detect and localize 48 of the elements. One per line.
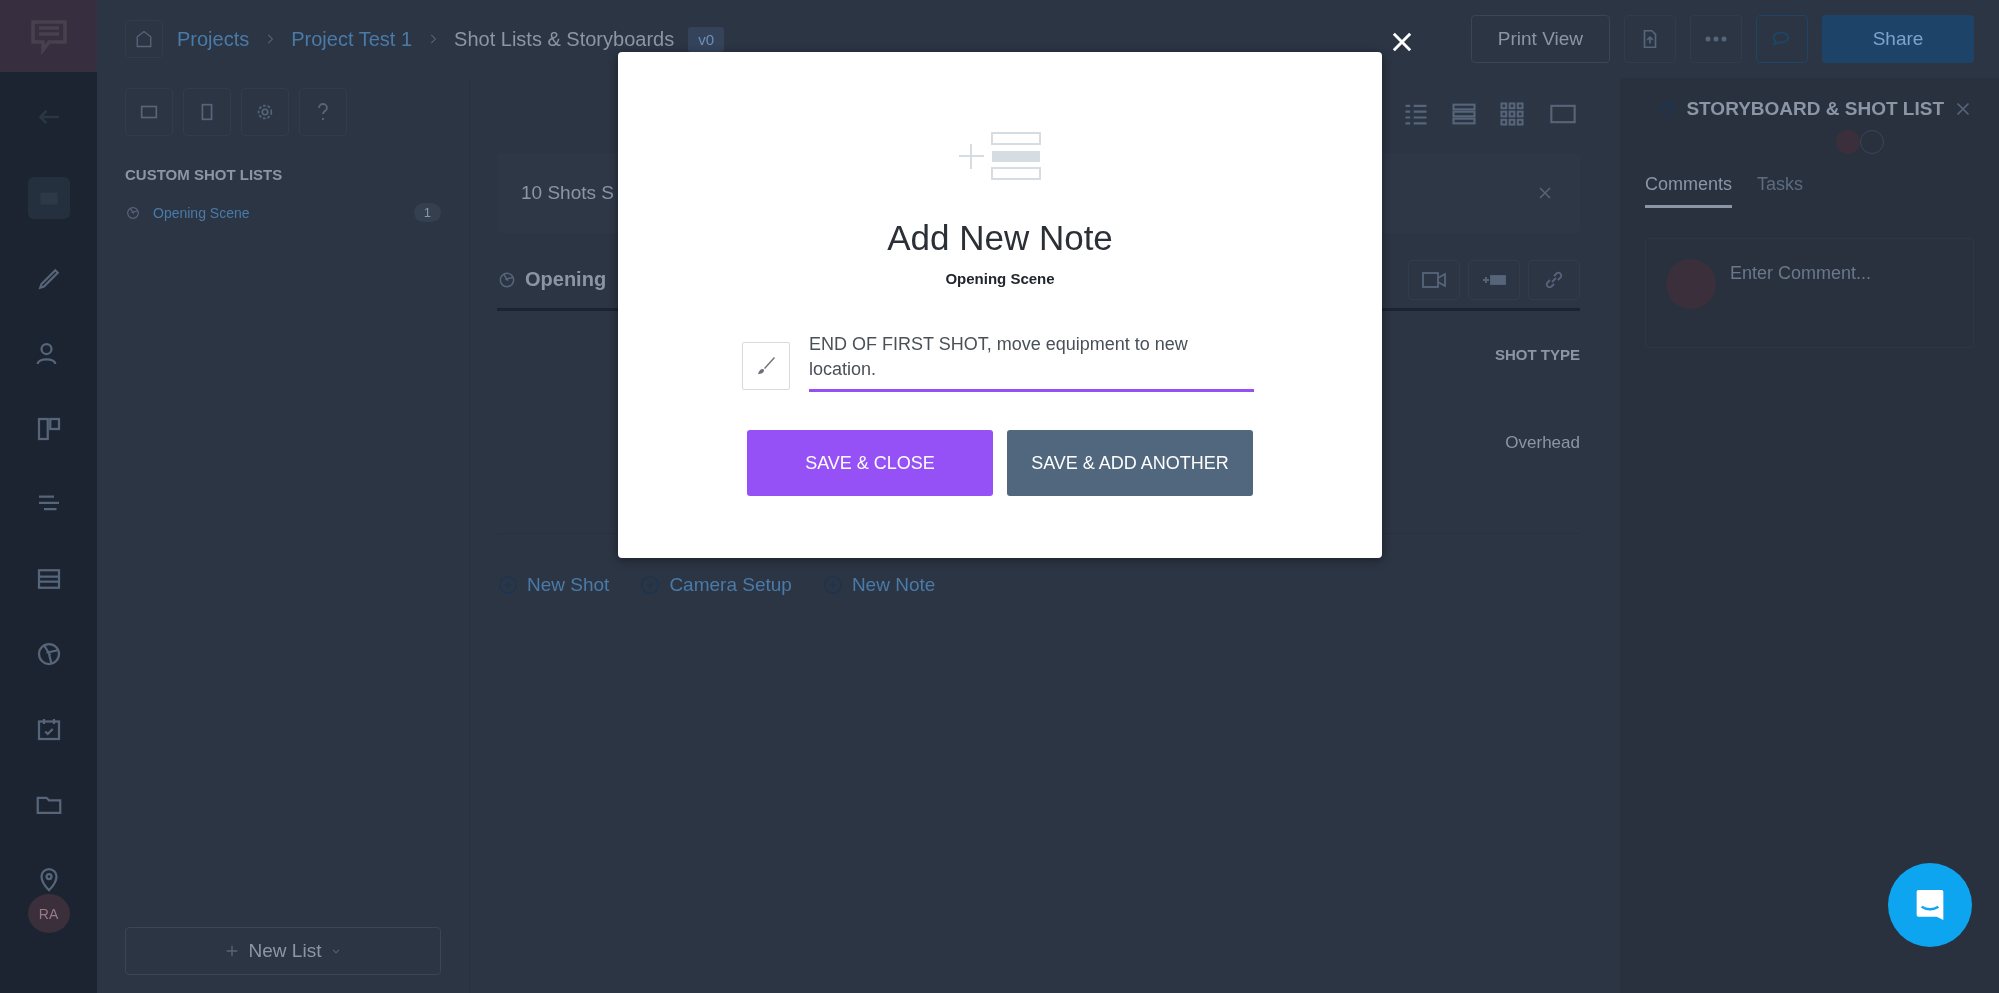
frame-button[interactable] xyxy=(125,88,173,136)
panel-title: STORYBOARD & SHOT LIST xyxy=(1686,98,1944,120)
version-dropdown[interactable]: v0 xyxy=(688,26,724,52)
link-button[interactable] xyxy=(1528,259,1580,300)
table-cell: Overhead xyxy=(1505,433,1580,453)
more-button[interactable] xyxy=(1690,15,1742,63)
print-view-button[interactable]: Print View xyxy=(1470,15,1610,63)
layout-button[interactable] xyxy=(183,88,231,136)
help-button[interactable] xyxy=(299,88,347,136)
add-note-button[interactable] xyxy=(1468,259,1520,300)
comment-input[interactable]: Enter Comment... xyxy=(1730,259,1872,284)
settings-button[interactable] xyxy=(241,88,289,136)
breadcrumb-link[interactable]: Projects xyxy=(177,27,250,51)
more-icon xyxy=(1705,36,1727,42)
page-title: Shot Lists & Storyboards xyxy=(454,27,675,51)
save-add-another-button[interactable]: SAVE & ADD ANOTHER xyxy=(1007,430,1253,496)
user-avatar xyxy=(1835,130,1860,154)
save-close-button[interactable]: SAVE & CLOSE xyxy=(747,430,993,496)
shot-count: 1 xyxy=(413,203,441,222)
dialog-title: Add New Note xyxy=(887,218,1113,258)
section-heading: CUSTOM SHOT LISTS xyxy=(124,166,284,185)
dialog-subtitle: Opening Scene xyxy=(945,270,1055,287)
user-avatar[interactable]: RA xyxy=(27,894,70,933)
add-link[interactable]: New Note xyxy=(821,574,936,596)
note-field[interactable]: END OF FIRST SHOT, move equipment to new location. xyxy=(809,332,1254,392)
column-header: SHOT TYPE xyxy=(1495,346,1580,363)
grid-view-icon[interactable] xyxy=(1498,100,1526,128)
home-button[interactable] xyxy=(125,20,163,58)
scene-title: Opening xyxy=(525,268,607,291)
panel-tab[interactable]: Comments xyxy=(1645,174,1733,208)
briefcase-icon[interactable] xyxy=(27,177,70,220)
building-icon xyxy=(135,30,153,48)
panel-tab[interactable]: Tasks xyxy=(1757,174,1804,208)
add-link[interactable]: Camera Setup xyxy=(639,574,792,596)
add-user-icon[interactable] xyxy=(1859,130,1884,154)
shot-list-item[interactable]: Opening Scene 1 xyxy=(97,197,469,228)
new-list-button[interactable]: New List xyxy=(125,927,441,975)
share-button[interactable]: Share xyxy=(1822,15,1974,63)
camera-button[interactable] xyxy=(1408,259,1460,300)
comments-button[interactable] xyxy=(1756,15,1808,63)
list-name: Opening Scene xyxy=(153,204,251,221)
add-note-icon xyxy=(958,132,1042,180)
summary-text: 10 Shots S xyxy=(521,182,614,204)
add-link[interactable]: New Shot xyxy=(497,574,610,596)
aperture-icon xyxy=(125,204,141,221)
breadcrumb-link[interactable]: Project Test 1 xyxy=(291,27,413,51)
export-button[interactable] xyxy=(1624,15,1676,63)
brush-button[interactable] xyxy=(742,342,790,390)
